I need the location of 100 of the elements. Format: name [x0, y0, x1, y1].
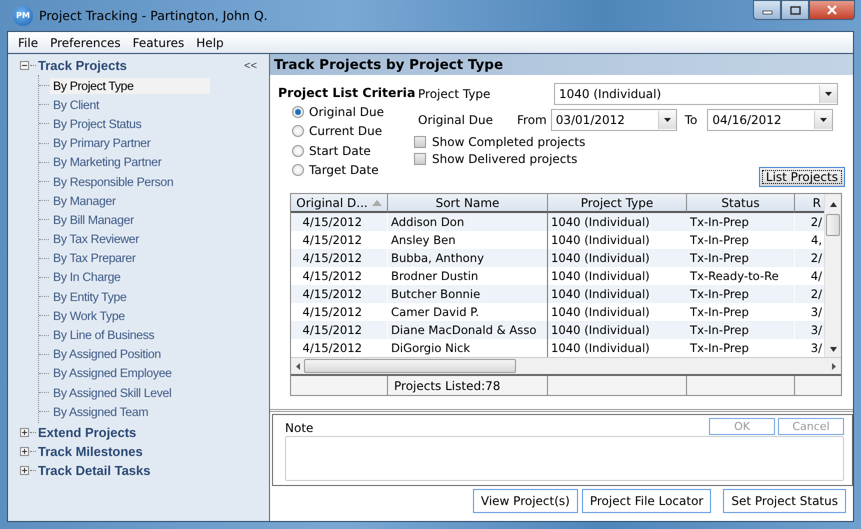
table-cell-text: 4, — [810, 232, 823, 249]
table-cell: Tx-In-Prep — [687, 213, 795, 231]
tree-item[interactable]: By In Charge — [50, 269, 210, 286]
field-label: Original Due — [418, 113, 493, 127]
table-cell-text: 1040 (Individual) — [550, 322, 651, 339]
to-date-dropdown[interactable]: 04/16/2012 — [707, 109, 834, 131]
table-cell-text: 1040 (Individual) — [550, 304, 651, 321]
from-date-dropdown[interactable]: 03/01/2012 — [550, 109, 677, 131]
radio-label[interactable]: Start Date — [309, 144, 371, 158]
radio-button[interactable] — [292, 144, 304, 157]
tree-item[interactable]: By Primary Partner — [50, 135, 210, 152]
caret-icon — [820, 118, 828, 122]
table-cell: 4/15/2012 — [291, 213, 388, 231]
table-cell-text: 1040 (Individual) — [550, 214, 651, 231]
table-cell: 4/15/2012 — [291, 249, 388, 267]
column-header[interactable]: Project Type — [548, 194, 687, 213]
table-cell-text: 4/ — [810, 268, 823, 285]
list-projects-button[interactable]: List Projects — [758, 167, 845, 187]
scroll-left-icon[interactable] — [294, 362, 302, 370]
tree-item[interactable]: By Manager — [50, 192, 210, 209]
radio-button[interactable] — [292, 106, 304, 118]
tree-item[interactable]: By Entity Type — [50, 288, 210, 305]
field-label: To — [684, 113, 698, 127]
column-header[interactable]: Original D... — [291, 194, 388, 213]
app-logo: PM — [13, 6, 33, 26]
column-header[interactable]: Status — [687, 194, 795, 213]
action-button[interactable]: Set Project Status — [723, 489, 846, 513]
table-cell: Tx-In-Prep — [687, 321, 795, 339]
checkbox[interactable] — [414, 136, 426, 148]
collapse-button[interactable]: << — [244, 60, 257, 72]
field-label: Project Type — [418, 87, 492, 101]
tree-item[interactable]: By Tax Reviewer — [50, 231, 210, 248]
table-cell-text: 2/ — [810, 250, 823, 267]
menu-item[interactable]: Features — [126, 36, 190, 50]
tree-item[interactable]: By Line of Business — [50, 327, 210, 344]
horizontal-scrollbar[interactable] — [291, 357, 841, 374]
table-cell: Bubba, Anthony — [388, 249, 548, 267]
menu-item[interactable]: File — [12, 36, 44, 50]
radio-label[interactable]: Original Due — [309, 104, 384, 119]
minimize-button[interactable] — [753, 0, 781, 20]
tree-item[interactable]: By Bill Manager — [50, 212, 210, 228]
menu-item[interactable]: Help — [190, 36, 230, 50]
tree-item[interactable]: By Assigned Position — [50, 346, 210, 362]
vertical-scrollbar[interactable] — [824, 194, 841, 357]
caret-icon — [664, 118, 671, 122]
tree-group[interactable]: Track Detail Tasks — [38, 463, 150, 478]
field-label: From — [517, 113, 547, 127]
tree-item[interactable]: By Client — [50, 96, 210, 113]
tree-group[interactable]: Track Milestones — [38, 444, 143, 460]
checkbox-label[interactable]: Show Completed projects — [432, 134, 586, 148]
scroll-right-icon[interactable] — [830, 362, 838, 370]
tree-group[interactable]: Track Projects — [38, 58, 127, 73]
radio-button[interactable] — [292, 125, 304, 138]
close-button[interactable] — [809, 0, 855, 20]
table-cell-text: 1040 (Individual) — [550, 268, 651, 285]
table-cell-text: 2/ — [810, 286, 823, 303]
checkbox[interactable] — [414, 152, 426, 164]
tree-item[interactable]: By Marketing Partner — [50, 154, 210, 170]
table-cell: Diane MacDonald & Asso — [388, 321, 548, 339]
criteria-label: Project List Criteria — [278, 85, 412, 100]
table-cell: 4/15/2012 — [291, 285, 388, 303]
table-cell-text: 1040 (Individual) — [550, 232, 651, 249]
table-cell-text: 3/ — [810, 340, 823, 357]
panel-title: Track Projects by Project Type — [270, 54, 853, 75]
column-header[interactable]: Sort Name — [388, 194, 548, 213]
table-cell-text: 1040 (Individual) — [550, 286, 651, 303]
projects-count: Projects Listed:78 — [388, 376, 548, 395]
table-cell-text: 2/ — [810, 214, 823, 231]
project-type-dropdown[interactable]: 1040 (Individual) — [554, 83, 838, 105]
table-cell-text: 1040 (Individual) — [550, 250, 651, 267]
table-cell-text: 1040 (Individual) — [550, 340, 651, 357]
tree-item[interactable]: By Work Type — [50, 308, 210, 324]
radio-label[interactable]: Current Due — [309, 124, 382, 138]
tree-item[interactable]: By Assigned Employee — [50, 365, 210, 382]
table-cell: Addison Don — [388, 213, 548, 231]
window-title: Project Tracking - Partington, John Q. — [39, 8, 269, 23]
radio-label[interactable]: Target Date — [309, 163, 379, 178]
scroll-thumb[interactable] — [304, 359, 516, 373]
tree-item[interactable]: By Assigned Team — [50, 404, 210, 420]
radio-button[interactable] — [292, 164, 304, 176]
tree-item[interactable]: By Tax Preparer — [50, 250, 210, 266]
tree-item[interactable]: By Project Status — [50, 116, 210, 132]
table-cell: Tx-In-Prep — [687, 249, 795, 267]
tree-item[interactable]: By Project Type — [50, 78, 210, 94]
table-cell: 4/15/2012 — [291, 321, 388, 339]
note-label: Note — [285, 421, 314, 435]
table-cell-text: 3/ — [810, 304, 823, 321]
tree-group[interactable]: Extend Projects — [38, 425, 136, 440]
table-cell-text: 3/ — [810, 322, 823, 339]
checkbox-label[interactable]: Show Delivered projects — [432, 152, 578, 166]
scroll-thumb[interactable] — [826, 214, 840, 236]
column-header[interactable]: R — [795, 194, 824, 213]
tree-item[interactable]: By Responsible Person — [50, 174, 210, 190]
menu-item[interactable]: Preferences — [44, 36, 127, 50]
maximize-button[interactable] — [781, 0, 809, 20]
action-button[interactable]: Project File Locator — [582, 489, 712, 513]
tree-item[interactable]: By Assigned Skill Level — [50, 384, 210, 401]
note-field[interactable] — [285, 436, 844, 481]
action-button[interactable]: View Project(s) — [472, 489, 578, 513]
maximize-icon — [790, 6, 800, 14]
